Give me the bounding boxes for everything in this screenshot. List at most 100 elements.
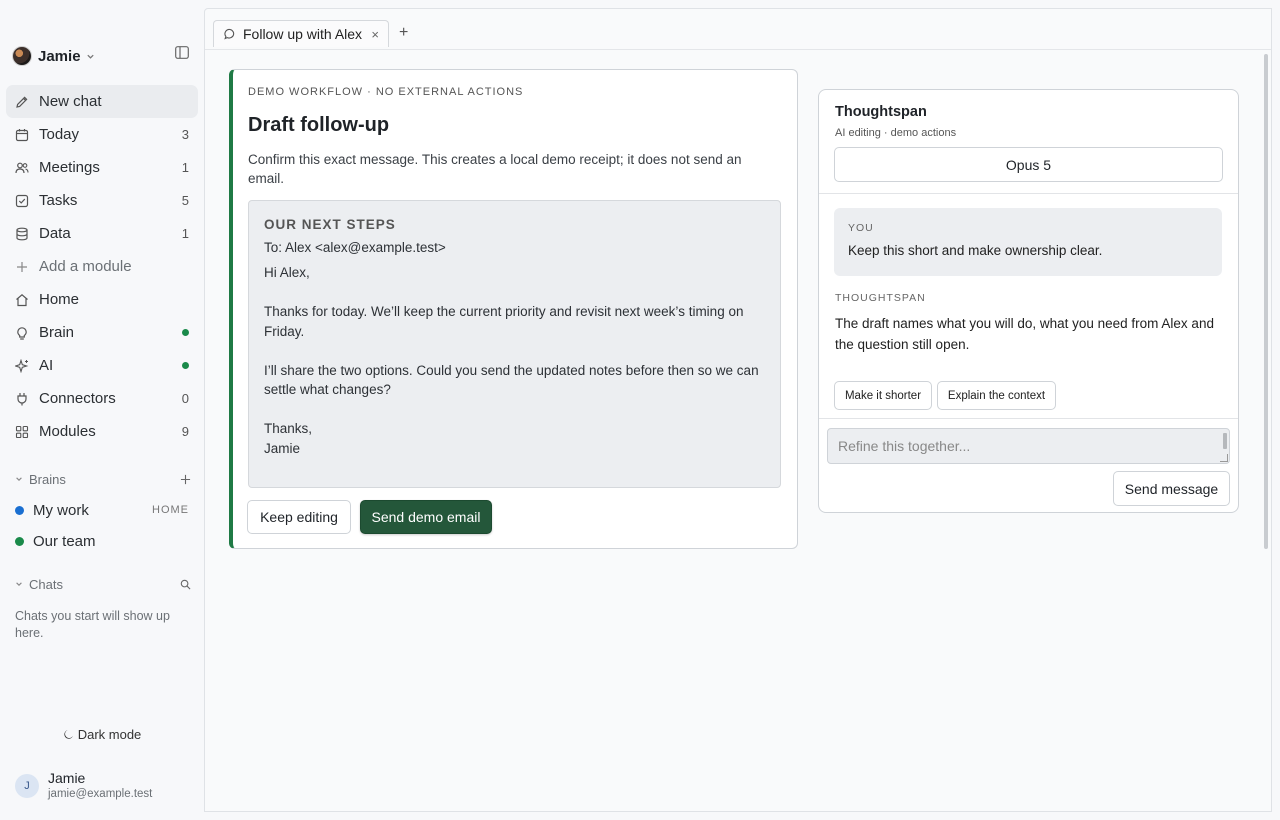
moon-icon <box>63 729 78 740</box>
scrollbar[interactable] <box>1264 54 1268 549</box>
new-tab-button[interactable]: + <box>399 24 408 42</box>
send-message-button[interactable]: Send message <box>1113 471 1230 506</box>
brain-color-dot <box>15 536 24 546</box>
assistant-message: THOUGHTSPAN The draft names what you wil… <box>835 292 1215 355</box>
user-profile[interactable]: J Jamie jamie@example.test <box>15 768 195 804</box>
avatar: J <box>15 774 39 798</box>
sparkle-icon <box>15 358 29 373</box>
calendar-icon <box>15 128 29 142</box>
nav-home[interactable]: Home <box>6 283 198 316</box>
assistant-subtitle: AI editing · demo actions <box>835 127 957 139</box>
search-icon[interactable] <box>180 579 191 590</box>
pencil-icon <box>15 95 29 109</box>
tab-bar: Follow up with Alex × + <box>205 9 1271 50</box>
chats-empty-text: Chats you start will show up here. <box>15 609 170 640</box>
nav-count: 1 <box>181 226 189 241</box>
nav-tasks[interactable]: Tasks 5 <box>6 184 198 217</box>
nav-connectors[interactable]: Connectors 0 <box>6 382 198 415</box>
draft-description: Confirm this exact message. This creates… <box>248 152 742 186</box>
main-panel: Follow up with Alex × + DEMO WORKFLOW · … <box>204 8 1272 812</box>
nav-meetings[interactable]: Meetings 1 <box>6 151 198 184</box>
keep-editing-button[interactable]: Keep editing <box>247 500 351 534</box>
grid-icon <box>15 425 29 439</box>
email-paragraph: Thanks for today. We’ll keep the current… <box>264 304 744 339</box>
users-icon <box>15 161 29 175</box>
nav-today[interactable]: Today 3 <box>6 118 198 151</box>
status-dot <box>182 362 189 369</box>
workspace-avatar <box>12 46 32 66</box>
user-message: YOU Keep this short and make ownership c… <box>834 208 1222 276</box>
brain-tag: HOME <box>152 504 189 516</box>
message-author: YOU <box>848 222 874 234</box>
chevron-down-icon <box>15 580 23 588</box>
nav-brain[interactable]: Brain <box>6 316 198 349</box>
composer-scrollbar <box>1223 433 1227 449</box>
nav-label: Meetings <box>39 159 100 176</box>
plus-icon <box>15 260 29 274</box>
dark-mode-toggle[interactable]: Dark mode <box>0 725 204 743</box>
divider <box>819 418 1238 419</box>
nav-ai[interactable]: AI <box>6 349 198 382</box>
nav-count: 5 <box>181 193 189 208</box>
send-demo-email-button[interactable]: Send demo email <box>360 500 492 534</box>
user-name: Jamie <box>48 770 86 786</box>
chevron-down-icon <box>86 52 95 61</box>
message-text: Keep this short and make ownership clear… <box>848 243 1103 258</box>
chats-section-header[interactable]: Chats <box>15 575 191 593</box>
nav-label: Brain <box>39 324 75 341</box>
status-dot <box>182 329 189 336</box>
nav-label: Home <box>39 291 80 308</box>
message-author: THOUGHTSPAN <box>835 292 926 304</box>
brain-my-work[interactable]: My work HOME <box>15 499 189 521</box>
add-brain-icon[interactable] <box>180 474 191 485</box>
brain-label: My work <box>33 501 89 519</box>
workspace-name: Jamie <box>38 47 81 65</box>
lightbulb-icon <box>15 326 29 340</box>
nav-add-module[interactable]: Add a module <box>6 250 198 283</box>
brains-heading: Brains <box>29 471 66 487</box>
assistant-title: Thoughtspan <box>835 104 927 120</box>
nav-label: Connectors <box>39 390 116 407</box>
nav-data[interactable]: Data 1 <box>6 217 198 250</box>
divider <box>819 193 1238 194</box>
signoff-text: Thanks, <box>264 421 313 436</box>
nav-label: Today <box>39 126 80 143</box>
user-email: jamie@example.test <box>48 788 153 800</box>
draft-title: Draft follow-up <box>248 114 390 136</box>
signature-text: Jamie <box>264 440 301 456</box>
main-nav: New chat Today 3 Meetings 1 Tasks 5 Data… <box>6 85 198 448</box>
sidebar-toggle-icon[interactable] <box>175 46 189 59</box>
checkbox-icon <box>15 194 29 208</box>
nav-new-chat[interactable]: New chat <box>6 85 198 118</box>
model-selector[interactable]: Opus 5 <box>834 147 1223 182</box>
email-recipient: To: Alex <alex@example.test> <box>264 240 446 255</box>
nav-modules[interactable]: Modules 9 <box>6 415 198 448</box>
workspace-switcher[interactable]: Jamie <box>12 45 192 67</box>
chat-bubble-icon <box>224 28 236 40</box>
nav-label: Add a module <box>39 258 132 275</box>
resize-handle-icon[interactable] <box>1220 454 1228 462</box>
tab-follow-up[interactable]: Follow up with Alex × <box>213 20 389 47</box>
composer-input[interactable]: Refine this together... <box>827 428 1230 464</box>
message-text: The draft names what you will do, what y… <box>835 316 1214 352</box>
nav-count: 3 <box>181 127 189 142</box>
nav-label: Tasks <box>39 192 78 209</box>
composer-placeholder: Refine this together... <box>838 438 971 454</box>
suggestion-make-shorter[interactable]: Make it shorter <box>834 381 932 410</box>
email-body: Hi Alex, Thanks for today. We’ll keep th… <box>264 263 765 458</box>
brain-our-team[interactable]: Our team <box>15 530 189 552</box>
chevron-down-icon <box>15 475 23 483</box>
draft-card: DEMO WORKFLOW · NO EXTERNAL ACTIONS Draf… <box>229 69 798 549</box>
nav-count: 1 <box>181 160 189 175</box>
suggestion-explain-context[interactable]: Explain the context <box>937 381 1056 410</box>
close-icon[interactable]: × <box>371 27 379 42</box>
email-paragraph: I’ll share the two options. Could you se… <box>264 362 759 398</box>
nav-label: Modules <box>39 423 96 440</box>
draft-eyebrow: DEMO WORKFLOW · NO EXTERNAL ACTIONS <box>248 86 524 98</box>
plug-icon <box>15 392 29 406</box>
brains-section-header[interactable]: Brains <box>15 470 191 488</box>
email-signoff: Thanks, Jamie <box>264 419 765 458</box>
email-greeting: Hi Alex, <box>264 265 310 280</box>
nav-label: New chat <box>39 93 102 110</box>
brain-label: Our team <box>33 532 96 550</box>
